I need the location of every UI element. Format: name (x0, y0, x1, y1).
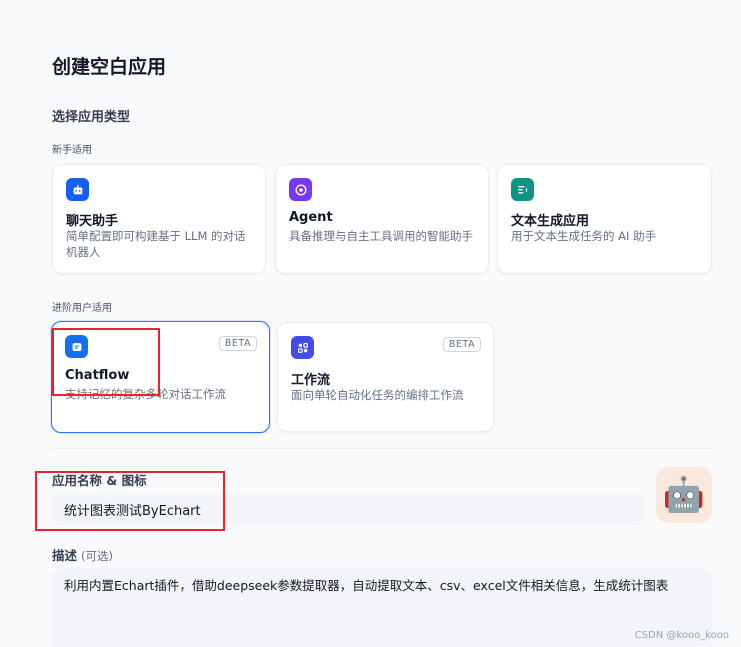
watermark: CSDN @kooo_kooo (634, 630, 729, 641)
app-name-label: 应用名称 & 图标 (52, 473, 147, 488)
app-name-input[interactable] (52, 493, 644, 525)
card-name: Agent (289, 210, 333, 225)
card-description: 支持记忆的复杂多轮对话工作流 (65, 387, 226, 401)
app-type-card-chat-assistant[interactable]: 聊天助手 简单配置即可构建基于 LLM 的对话机器人 (52, 164, 266, 274)
description-label-text: 描述 (52, 548, 78, 563)
optional-hint: (可选) (81, 549, 113, 563)
agent-icon (289, 178, 312, 201)
text-generation-icon (511, 178, 534, 201)
beta-badge: BETA (218, 336, 257, 351)
group-label-advanced: 进阶用户适用 (52, 303, 112, 314)
card-description: 用于文本生成任务的 AI 助手 (511, 229, 657, 243)
description-textarea[interactable]: 利用内置Echart插件，借助deepseek参数提取器，自动提取文本、csv、… (52, 569, 712, 647)
app-type-card-workflow[interactable]: BETA 工作流 面向单轮自动化任务的编排工作流 (277, 322, 494, 432)
app-type-section-title: 选择应用类型 (52, 110, 131, 125)
workflow-icon (291, 336, 314, 359)
card-description: 面向单轮自动化任务的编排工作流 (291, 388, 464, 402)
section-divider (52, 448, 712, 449)
chat-bot-icon (66, 178, 89, 201)
chatflow-icon (65, 335, 88, 358)
app-icon-picker[interactable]: 🤖 (656, 467, 712, 523)
page-title: 创建空白应用 (52, 56, 167, 78)
app-type-card-chatflow[interactable]: BETA Chatflow 支持记忆的复杂多轮对话工作流 (51, 321, 270, 433)
group-label-beginner: 新手适用 (52, 145, 92, 156)
beta-badge: BETA (442, 337, 481, 352)
app-type-card-agent[interactable]: Agent 具备推理与自主工具调用的智能助手 (275, 164, 489, 274)
card-name: Chatflow (65, 368, 130, 383)
card-name: 文本生成应用 (511, 214, 590, 229)
card-name: 聊天助手 (66, 214, 119, 229)
robot-icon: 🤖 (662, 475, 706, 515)
card-description: 简单配置即可构建基于 LLM 的对话机器人 (66, 229, 246, 259)
app-type-card-text-generation[interactable]: 文本生成应用 用于文本生成任务的 AI 助手 (497, 164, 712, 274)
description-label: 描述 (可选) (52, 545, 113, 564)
card-description: 具备推理与自主工具调用的智能助手 (289, 229, 473, 243)
card-name: 工作流 (291, 373, 331, 388)
